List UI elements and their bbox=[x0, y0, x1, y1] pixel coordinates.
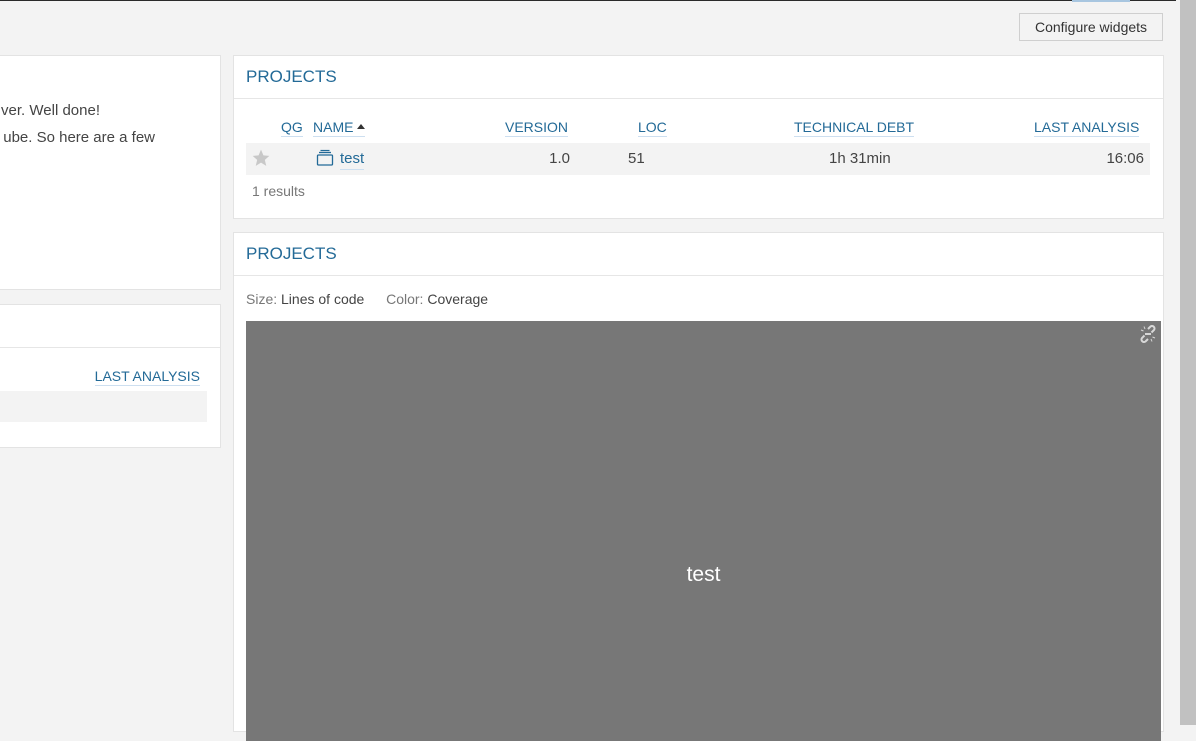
project-name-link[interactable]: test bbox=[340, 149, 365, 170]
table-row[interactable] bbox=[0, 391, 207, 422]
project-last-analysis: 16:06 bbox=[1106, 150, 1144, 167]
widget-title bbox=[0, 305, 220, 348]
welcome-text-line: ver. Well done! bbox=[1, 102, 100, 119]
sort-ascending-icon bbox=[357, 123, 366, 129]
favorite-star-icon[interactable] bbox=[251, 148, 271, 174]
column-header-version[interactable]: VERSION bbox=[505, 118, 569, 137]
column-header-name-label: NAME bbox=[313, 119, 354, 135]
active-nav-indicator bbox=[1072, 0, 1130, 2]
configure-widgets-button[interactable]: Configure widgets bbox=[1019, 13, 1163, 41]
results-count: 1 results bbox=[252, 183, 305, 199]
projects-table-widget: PROJECTS QG NAME VERSION LOC TECHNICAL D… bbox=[233, 55, 1164, 219]
table-row bbox=[246, 143, 1150, 175]
treemap-legend: Size: Lines of code Color: Coverage bbox=[246, 291, 488, 307]
treemap-cell-label: test bbox=[686, 563, 721, 586]
my-projects-widget: LAST ANALYSIS bbox=[0, 304, 221, 448]
size-metric: Lines of code bbox=[281, 291, 365, 307]
broken-link-icon[interactable] bbox=[1139, 325, 1157, 343]
welcome-text-line: ube. So here are a few bbox=[3, 129, 155, 146]
column-header-qg[interactable]: QG bbox=[281, 118, 303, 137]
project-technical-debt[interactable]: 1h 31min bbox=[829, 149, 891, 169]
project-loc: 51 bbox=[628, 150, 645, 167]
column-header-last-analysis[interactable]: LAST ANALYSIS bbox=[1034, 118, 1140, 137]
treemap-cell[interactable]: test bbox=[246, 321, 1161, 741]
column-header-name[interactable]: NAME bbox=[313, 118, 366, 137]
column-header-technical-debt[interactable]: TECHNICAL DEBT bbox=[794, 118, 915, 137]
size-label: Size: bbox=[246, 291, 278, 307]
column-header-last-analysis[interactable]: LAST ANALYSIS bbox=[94, 367, 200, 386]
project-version: 1.0 bbox=[549, 150, 570, 167]
project-icon bbox=[316, 149, 334, 173]
top-border bbox=[0, 0, 1176, 1]
column-header-loc[interactable]: LOC bbox=[638, 118, 667, 137]
welcome-widget: ver. Well done! ube. So here are a few bbox=[0, 55, 221, 290]
widget-title: PROJECTS bbox=[234, 233, 1163, 276]
vertical-scrollbar[interactable] bbox=[1180, 0, 1196, 725]
color-label: Color: bbox=[386, 291, 424, 307]
widget-title: PROJECTS bbox=[234, 56, 1163, 99]
color-metric: Coverage bbox=[427, 291, 489, 307]
projects-treemap-widget: PROJECTS Size: Lines of code Color: Cove… bbox=[233, 232, 1164, 741]
